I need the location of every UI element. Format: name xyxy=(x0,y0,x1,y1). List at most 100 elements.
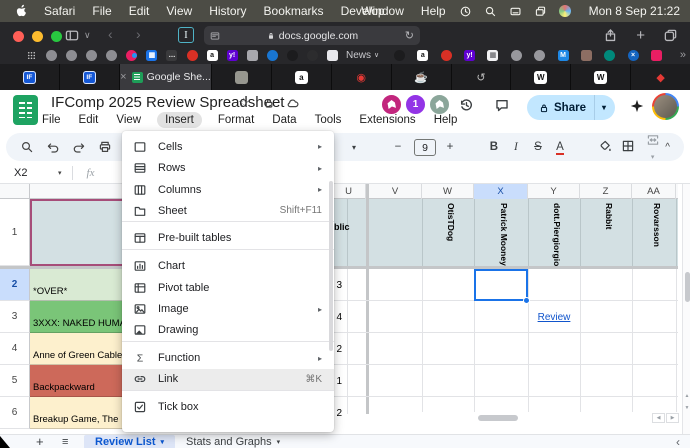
sheet-tab-dropdown-icon[interactable]: ▾ xyxy=(161,438,165,446)
title-action-icon[interactable] xyxy=(286,96,300,110)
bookmark-favicon[interactable]: M xyxy=(558,50,569,61)
extension-button[interactable]: I xyxy=(178,27,194,43)
toolbar-item[interactable]: S xyxy=(532,141,544,153)
reviewer-name[interactable]: Rabbit xyxy=(604,203,614,266)
title-action-icon[interactable] xyxy=(262,96,276,110)
mac-menu-item[interactable]: Help xyxy=(421,4,446,18)
browser-tab[interactable]: IF xyxy=(59,64,119,90)
new-tab-button[interactable]: + xyxy=(636,27,645,44)
bookmark-favicon[interactable] xyxy=(604,50,615,61)
gemini-sparkle-icon[interactable] xyxy=(629,98,645,114)
bookmark-favicon[interactable] xyxy=(327,50,338,61)
browser-tab[interactable]: ◉ xyxy=(331,64,391,90)
row-header[interactable]: 5 xyxy=(0,365,30,397)
bookmark-favicon[interactable] xyxy=(187,50,198,61)
row-header[interactable]: 4 xyxy=(0,333,30,365)
scroll-left-button[interactable]: ◀ xyxy=(652,413,665,423)
sheets-menu-item[interactable]: Format xyxy=(216,112,256,128)
bookmark-favicon[interactable]: a xyxy=(207,50,218,61)
toolbar-item[interactable]: − xyxy=(392,141,404,153)
mac-menu-item[interactable]: File xyxy=(92,4,111,18)
address-bar[interactable]: docs.google.com ↻ xyxy=(204,26,420,45)
page-settings-icon[interactable] xyxy=(209,30,221,42)
status-icon[interactable] xyxy=(459,5,472,18)
share-icon[interactable] xyxy=(603,28,618,43)
status-icon[interactable] xyxy=(484,5,497,18)
game-title-cell[interactable]: *OVER* xyxy=(30,269,125,301)
insert-menu-item[interactable]: Cells ▸ xyxy=(122,136,334,158)
scroll-up-button[interactable]: ▲ xyxy=(683,390,690,401)
status-icon[interactable] xyxy=(534,5,547,18)
toolbar-collapse-button[interactable]: ^ xyxy=(665,142,670,153)
toolbar-icon[interactable] xyxy=(46,140,60,154)
close-tab-icon[interactable]: × xyxy=(120,71,126,83)
forward-button[interactable]: › xyxy=(136,26,141,42)
doc-action-icon[interactable] xyxy=(494,97,510,113)
column-header[interactable]: AA xyxy=(632,184,676,199)
reviewer-name[interactable]: Patrick Mooney xyxy=(499,203,509,266)
toolbar-icon[interactable] xyxy=(72,140,86,154)
sheet-tab[interactable]: Stats and Graphs ▾ xyxy=(175,435,291,448)
insert-menu-item[interactable]: Image ▸ xyxy=(122,299,334,321)
bookmark-favicon[interactable] xyxy=(267,50,278,61)
share-dropdown-icon[interactable]: ▾ xyxy=(595,103,613,112)
mac-menu-item[interactable]: View xyxy=(166,4,192,18)
browser-tab[interactable]: W xyxy=(570,64,630,90)
reload-button[interactable]: ↻ xyxy=(405,29,414,42)
news-folder[interactable]: News ∨ xyxy=(346,50,379,61)
toolbar-item[interactable]: ▾ xyxy=(643,133,662,162)
toolbar-item[interactable]: + xyxy=(444,141,456,153)
game-title-cell[interactable]: Breakup Game, The xyxy=(30,397,125,429)
review-link[interactable]: Review xyxy=(538,312,571,323)
select-all-corner[interactable] xyxy=(0,184,30,199)
insert-menu-item[interactable]: Rows ▸ xyxy=(122,158,334,180)
toolbar-icon[interactable] xyxy=(98,140,112,154)
bookmark-favicon[interactable] xyxy=(46,50,57,61)
insert-menu-item[interactable]: Link ⌘K xyxy=(122,369,334,391)
favorites-overflow-button[interactable]: » xyxy=(680,49,686,61)
user-avatar[interactable] xyxy=(652,93,679,120)
bookmark-favicon[interactable] xyxy=(26,50,37,61)
name-box[interactable]: X2 xyxy=(14,167,58,179)
sheet-tab-dropdown-icon[interactable]: ▾ xyxy=(277,438,281,446)
mac-menu-item[interactable]: History xyxy=(209,4,246,18)
sheets-menu-item[interactable]: Edit xyxy=(77,112,101,128)
menubar-clock[interactable]: Mon 8 Sep 21:22 xyxy=(589,4,680,18)
bookmark-favicon[interactable] xyxy=(86,50,97,61)
sheets-menu-item[interactable]: Insert xyxy=(157,112,202,128)
toolbar-item[interactable] xyxy=(621,139,634,156)
insert-menu-item[interactable]: Chart xyxy=(122,256,334,278)
browser-tab[interactable]: ◆ xyxy=(630,64,690,90)
bookmark-favicon[interactable]: ▦ xyxy=(487,50,498,61)
selected-cell[interactable] xyxy=(474,269,528,301)
bookmark-favicon[interactable] xyxy=(287,50,298,61)
reviewer-name[interactable]: OtisTDog xyxy=(446,203,456,266)
collaborator-selection-cell[interactable] xyxy=(30,199,125,266)
all-sheets-icon[interactable]: ≡ xyxy=(62,436,67,448)
browser-tab[interactable]: W xyxy=(510,64,570,90)
bookmark-favicon[interactable] xyxy=(394,50,405,61)
status-icon[interactable] xyxy=(509,5,522,18)
row-header[interactable]: 2 xyxy=(0,269,30,301)
collaborator-avatar[interactable] xyxy=(429,94,450,115)
vertical-scrollbar-thumb[interactable] xyxy=(685,272,690,302)
browser-tab[interactable]: IF xyxy=(0,64,59,90)
insert-menu-item[interactable]: Sheet Shift+F11 xyxy=(122,201,334,223)
reviewer-name[interactable]: Rovarsson xyxy=(652,203,662,266)
bookmark-favicon[interactable] xyxy=(66,50,77,61)
sheets-menu-item[interactable]: Data xyxy=(270,112,298,128)
font-size-box[interactable]: 9 xyxy=(414,139,436,156)
insert-menu-item[interactable]: Pivot table xyxy=(122,277,334,299)
sheets-menu-item[interactable]: View xyxy=(114,112,143,128)
bookmark-favicon[interactable] xyxy=(581,50,592,61)
bookmark-favicon[interactable]: ▦ xyxy=(146,50,157,61)
column-header[interactable]: Z xyxy=(580,184,632,199)
sidebar-toggle-icon[interactable] xyxy=(64,28,80,43)
back-button[interactable]: ‹ xyxy=(108,26,113,42)
minimize-window-button[interactable] xyxy=(32,31,43,42)
game-title-cell[interactable]: Backpackward xyxy=(30,365,125,397)
insert-menu-item[interactable]: Drawing xyxy=(122,320,334,342)
bookmark-favicon[interactable]: y! xyxy=(464,50,475,61)
vertical-scrollbar[interactable]: ▲ ▼ xyxy=(682,184,690,434)
reviewer-name-partial[interactable]: blic xyxy=(334,222,350,232)
